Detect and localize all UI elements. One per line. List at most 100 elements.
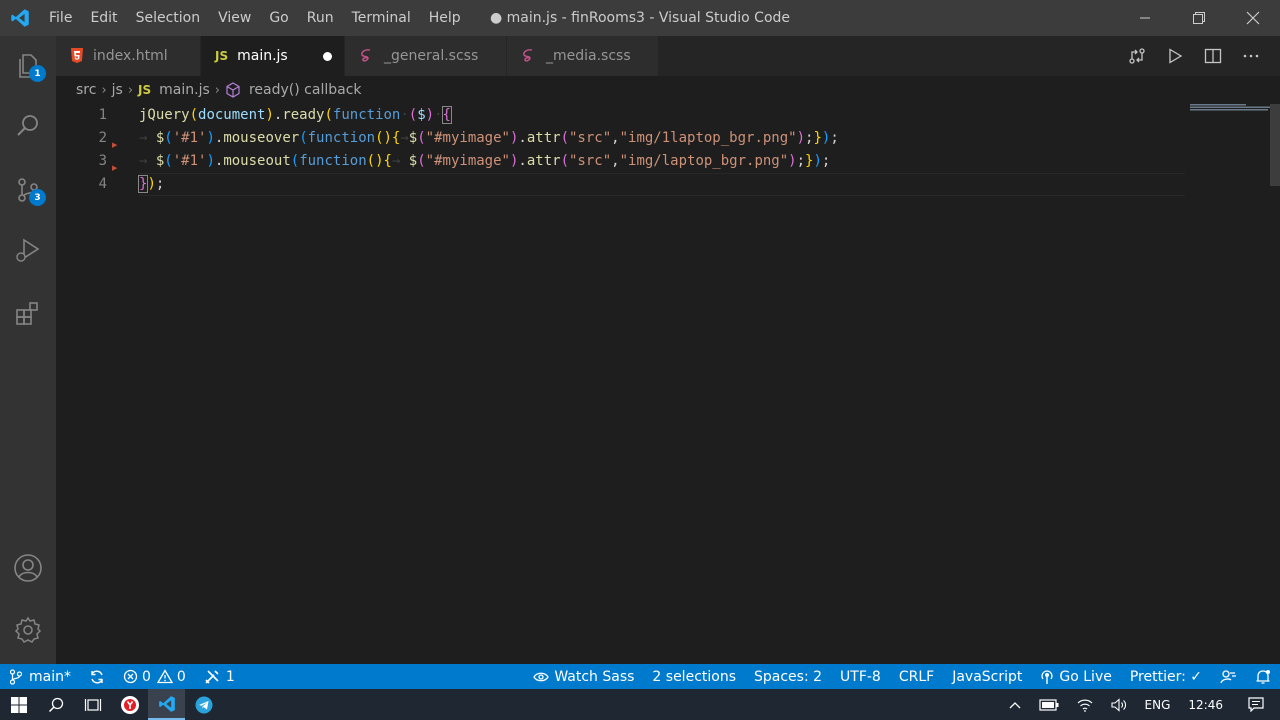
minimap[interactable] (1190, 104, 1270, 114)
notifications-button[interactable] (1246, 664, 1280, 689)
action-center-button[interactable] (1232, 689, 1280, 720)
play-icon (1169, 48, 1183, 64)
code-token: "#myimage" (425, 130, 510, 146)
tab-index-html[interactable]: index.html (56, 36, 201, 76)
code-token: ( (164, 130, 173, 146)
code-token: function (299, 153, 367, 169)
minimize-button[interactable] (1118, 0, 1172, 36)
breadcrumb-ready-callback[interactable]: ready() callback (225, 82, 362, 98)
modified-gutter-marker: ▶ (112, 141, 118, 149)
branch-name: main* (29, 668, 71, 685)
code-token: → (391, 153, 409, 169)
split-editor-button[interactable] (1194, 36, 1232, 76)
restore-button[interactable] (1172, 0, 1226, 36)
system-tray: ENG 12:46 (1000, 689, 1280, 720)
telegram-icon (195, 696, 212, 713)
more-actions-button[interactable] (1232, 36, 1270, 76)
unsaved-dot-icon[interactable] (323, 51, 332, 61)
line-number: 2 (98, 130, 107, 146)
menu-file[interactable]: File (40, 0, 81, 36)
tab-general-scss[interactable]: _general.scss (345, 36, 507, 76)
minimize-icon (1140, 17, 1150, 19)
task-view-button[interactable] (74, 689, 111, 720)
compare-changes-icon (1129, 48, 1145, 64)
code-token: ; (155, 176, 165, 192)
window-controls (1118, 0, 1280, 36)
code-line: 2 ▶ → $('#1').mouseover(function(){→$("#… (56, 127, 1186, 150)
line-content[interactable]: → $('#1').mouseout(function(){→ $("#myim… (139, 150, 830, 173)
start-button[interactable] (0, 689, 37, 720)
status-bar: main* 0 0 1 Watch Sass 2 selections Spac… (0, 664, 1280, 689)
vertical-scrollbar[interactable] (1270, 104, 1280, 186)
wifi-indicator[interactable] (1068, 689, 1102, 720)
code-editor[interactable]: 1 jQuery(document).ready(function·($)·{ … (56, 104, 1280, 664)
open-changes-button[interactable] (1118, 36, 1156, 76)
show-hidden-icons-button[interactable] (1000, 689, 1030, 720)
menu-terminal[interactable]: Terminal (343, 0, 420, 36)
code-token: , (611, 130, 620, 146)
language-mode-status[interactable]: JavaScript (943, 664, 1031, 689)
taskbar-yandex-browser[interactable] (111, 689, 148, 720)
menu-edit[interactable]: Edit (81, 0, 126, 36)
watch-sass-button[interactable]: Watch Sass (524, 664, 643, 689)
menu-run[interactable]: Run (298, 0, 343, 36)
code-token: ready (282, 107, 325, 123)
volume-indicator[interactable] (1102, 689, 1136, 720)
code-token: { (383, 153, 392, 169)
clock[interactable]: 12:46 (1179, 689, 1232, 720)
problems-status[interactable]: 0 0 (114, 664, 195, 689)
menu-go[interactable]: Go (260, 0, 297, 36)
source-control-button[interactable]: 3 (0, 166, 56, 214)
code-token: $ (408, 153, 418, 169)
broadcast-icon (1041, 669, 1054, 684)
taskbar-vscode[interactable] (148, 689, 185, 720)
live-share-status[interactable]: 1 (195, 664, 244, 689)
input-language[interactable]: ENG (1136, 689, 1180, 720)
prettier-status[interactable]: Prettier: ✓ (1121, 664, 1211, 689)
taskbar-telegram[interactable] (185, 689, 222, 720)
tab-main-js[interactable]: JS main.js (201, 36, 345, 76)
breadcrumb-js[interactable]: js (112, 82, 123, 98)
feedback-button[interactable] (1211, 664, 1246, 689)
menu-help[interactable]: Help (420, 0, 470, 36)
windows-logo-icon (10, 696, 27, 713)
run-debug-button[interactable] (0, 226, 56, 274)
search-button[interactable] (0, 102, 56, 150)
chevron-right-icon: › (101, 82, 107, 98)
tab-media-scss[interactable]: _media.scss (507, 36, 659, 76)
sync-button[interactable] (80, 664, 114, 689)
encoding-status[interactable]: UTF-8 (831, 664, 890, 689)
explorer-button[interactable]: 1 (0, 42, 56, 90)
code-token: ) (788, 153, 797, 169)
code-token: ) (147, 176, 156, 192)
vscode-logo-icon[interactable] (0, 0, 40, 36)
selections-status[interactable]: 2 selections (643, 664, 745, 689)
breadcrumb-src[interactable]: src (76, 82, 96, 98)
menu-selection[interactable]: Selection (127, 0, 210, 36)
menu-view[interactable]: View (209, 0, 260, 36)
sass-icon (521, 48, 537, 64)
accounts-button[interactable] (0, 544, 56, 592)
code-token: ) (796, 130, 806, 146)
line-content[interactable]: → $('#1').mouseover(function(){→$("#myim… (139, 127, 839, 150)
code-token: ( (560, 130, 569, 146)
eol-status[interactable]: CRLF (890, 664, 943, 689)
go-live-button[interactable]: Go Live (1031, 664, 1120, 689)
tab-label: _general.scss (384, 48, 479, 64)
yandex-browser-icon (120, 695, 139, 714)
code-token: ( (408, 107, 418, 123)
indentation-status[interactable]: Spaces: 2 (745, 664, 831, 689)
line-content[interactable]: }); (137, 173, 165, 196)
close-button[interactable] (1226, 0, 1280, 36)
code-token: () (366, 153, 384, 169)
battery-indicator[interactable] (1030, 689, 1068, 720)
line-content[interactable]: jQuery(document).ready(function·($)·{ (139, 104, 453, 127)
extensions-button[interactable] (0, 290, 56, 338)
breadcrumb-main-js[interactable]: JS main.js (138, 82, 210, 98)
taskbar-search-button[interactable] (37, 689, 74, 720)
branch-status[interactable]: main* (0, 664, 80, 689)
run-debug-icon (16, 238, 40, 262)
manage-button[interactable] (0, 606, 56, 654)
run-button[interactable] (1156, 36, 1194, 76)
search-icon (17, 115, 38, 136)
